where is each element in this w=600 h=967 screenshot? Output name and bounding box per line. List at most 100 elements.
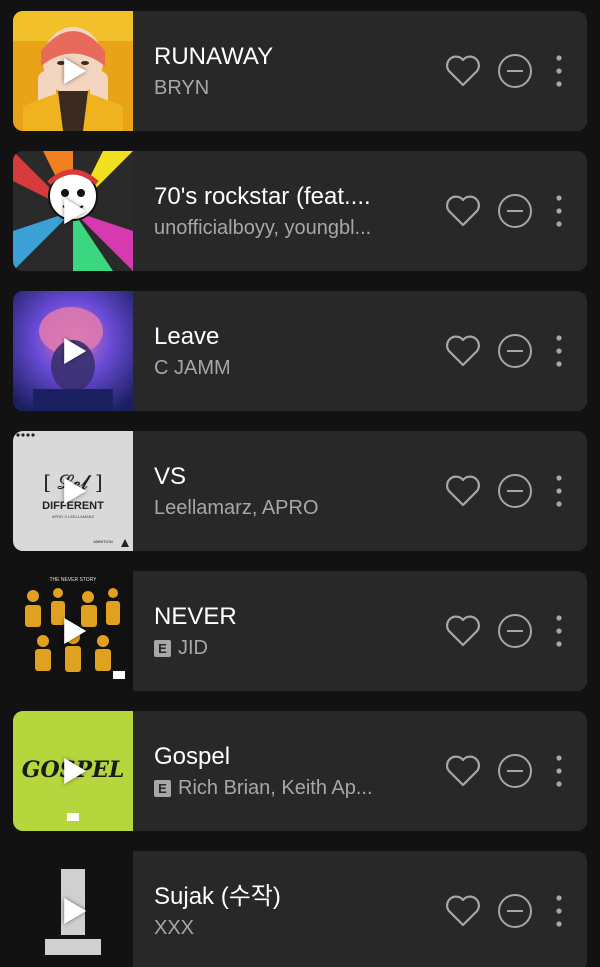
minus-circle-icon xyxy=(498,614,532,648)
track-artist[interactable]: Leellamarz, APRO xyxy=(154,496,319,520)
more-options-button[interactable] xyxy=(549,193,569,229)
minus-circle-icon xyxy=(498,474,532,508)
track-actions xyxy=(445,711,587,831)
heart-outline-icon xyxy=(446,615,480,647)
artist-row: unofficialboyy, youngbl... xyxy=(154,216,404,240)
track-artist[interactable]: JID xyxy=(178,636,208,660)
remove-button[interactable] xyxy=(497,193,533,229)
track-title: Gospel xyxy=(154,743,231,770)
track-title: NEVER xyxy=(154,603,237,630)
more-options-button[interactable] xyxy=(549,53,569,89)
track-actions xyxy=(445,291,587,411)
track-info: NEVER E JID xyxy=(133,571,445,691)
remove-button[interactable] xyxy=(497,613,533,649)
minus-circle-icon xyxy=(498,334,532,368)
track-title: Leave xyxy=(154,323,220,350)
album-art[interactable] xyxy=(13,291,133,411)
remove-button[interactable] xyxy=(497,893,533,929)
artist-row: E JID xyxy=(154,636,404,660)
play-icon[interactable] xyxy=(64,898,87,924)
more-options-button[interactable] xyxy=(549,473,569,509)
album-art[interactable]: GOSPEL xyxy=(13,711,133,831)
track-title: Sujak (수작) xyxy=(154,883,281,910)
heart-outline-icon xyxy=(446,335,480,367)
heart-outline-icon xyxy=(446,755,480,787)
like-button[interactable] xyxy=(445,613,481,649)
album-art[interactable] xyxy=(13,851,133,967)
track-title: 70's rockstar (feat.... xyxy=(154,183,371,210)
artist-row: C JAMM xyxy=(154,356,404,380)
track-info: VS Leellamarz, APRO xyxy=(133,431,445,551)
track-info: Leave C JAMM xyxy=(133,291,445,411)
track-card[interactable]: Leave C JAMM xyxy=(13,291,587,411)
vertical-dots-icon xyxy=(556,55,562,87)
artist-row: XXX xyxy=(154,916,404,940)
minus-circle-icon xyxy=(498,754,532,788)
album-art[interactable]: THE NEVER STORY xyxy=(13,571,133,691)
like-button[interactable] xyxy=(445,473,481,509)
remove-button[interactable] xyxy=(497,473,533,509)
vertical-dots-icon xyxy=(556,895,562,927)
heart-outline-icon xyxy=(446,55,480,87)
explicit-badge: E xyxy=(154,639,171,657)
heart-outline-icon xyxy=(446,475,480,507)
vertical-dots-icon xyxy=(556,335,562,367)
track-artist[interactable]: Rich Brian, Keith Ap... xyxy=(178,776,373,800)
minus-circle-icon xyxy=(498,894,532,928)
album-art[interactable] xyxy=(13,151,133,271)
track-artist[interactable]: BRYN xyxy=(154,76,209,100)
track-title: VS xyxy=(154,463,187,490)
remove-button[interactable] xyxy=(497,53,533,89)
more-options-button[interactable] xyxy=(549,333,569,369)
minus-circle-icon xyxy=(498,54,532,88)
play-icon[interactable] xyxy=(64,338,87,364)
more-options-button[interactable] xyxy=(549,893,569,929)
vertical-dots-icon xyxy=(556,755,562,787)
cover-text-top: THE NEVER STORY xyxy=(49,577,97,583)
track-card[interactable]: GOSPEL Gospel E Rich Brian, Keith Ap... xyxy=(13,711,587,831)
track-info: Gospel E Rich Brian, Keith Ap... xyxy=(133,711,445,831)
heart-outline-icon xyxy=(446,195,480,227)
remove-button[interactable] xyxy=(497,753,533,789)
track-card[interactable]: [ 𝓛𝓮𝓵 ] DIFFERENT APRO X LEELLAMARZ AMBI… xyxy=(13,431,587,551)
play-icon[interactable] xyxy=(64,198,87,224)
track-actions xyxy=(445,851,587,967)
track-artist[interactable]: unofficialboyy, youngbl... xyxy=(154,216,371,240)
track-card[interactable]: RUNAWAY BRYN xyxy=(13,11,587,131)
like-button[interactable] xyxy=(445,333,481,369)
artist-row: E Rich Brian, Keith Ap... xyxy=(154,776,404,800)
more-options-button[interactable] xyxy=(549,753,569,789)
track-artist[interactable]: XXX xyxy=(154,916,194,940)
vertical-dots-icon xyxy=(556,475,562,507)
album-art[interactable]: [ 𝓛𝓮𝓵 ] DIFFERENT APRO X LEELLAMARZ AMBI… xyxy=(13,431,133,551)
track-info: 70's rockstar (feat.... unofficialboyy, … xyxy=(133,151,445,271)
like-button[interactable] xyxy=(445,893,481,929)
like-button[interactable] xyxy=(445,193,481,229)
vertical-dots-icon xyxy=(556,615,562,647)
track-list: RUNAWAY BRYN 70's rockstar (feat.... uno… xyxy=(0,0,600,967)
track-title: RUNAWAY xyxy=(154,43,274,70)
track-actions xyxy=(445,11,587,131)
track-card[interactable]: Sujak (수작) XXX xyxy=(13,851,587,967)
like-button[interactable] xyxy=(445,53,481,89)
play-icon[interactable] xyxy=(64,618,87,644)
play-icon[interactable] xyxy=(64,58,87,84)
play-icon[interactable] xyxy=(64,478,87,504)
track-actions xyxy=(445,431,587,551)
minus-circle-icon xyxy=(498,194,532,228)
track-artist[interactable]: C JAMM xyxy=(154,356,231,380)
remove-button[interactable] xyxy=(497,333,533,369)
track-card[interactable]: 70's rockstar (feat.... unofficialboyy, … xyxy=(13,151,587,271)
artist-row: Leellamarz, APRO xyxy=(154,496,404,520)
track-info: RUNAWAY BRYN xyxy=(133,11,445,131)
track-card[interactable]: THE NEVER STORY NEVER E JID xyxy=(13,571,587,691)
explicit-badge: E xyxy=(154,779,171,797)
more-options-button[interactable] xyxy=(549,613,569,649)
like-button[interactable] xyxy=(445,753,481,789)
track-info: Sujak (수작) XXX xyxy=(133,851,445,967)
track-actions xyxy=(445,151,587,271)
play-icon[interactable] xyxy=(64,758,87,784)
track-actions xyxy=(445,571,587,691)
album-art[interactable] xyxy=(13,11,133,131)
cover-text-sub: APRO X LEELLAMARZ xyxy=(52,514,95,519)
